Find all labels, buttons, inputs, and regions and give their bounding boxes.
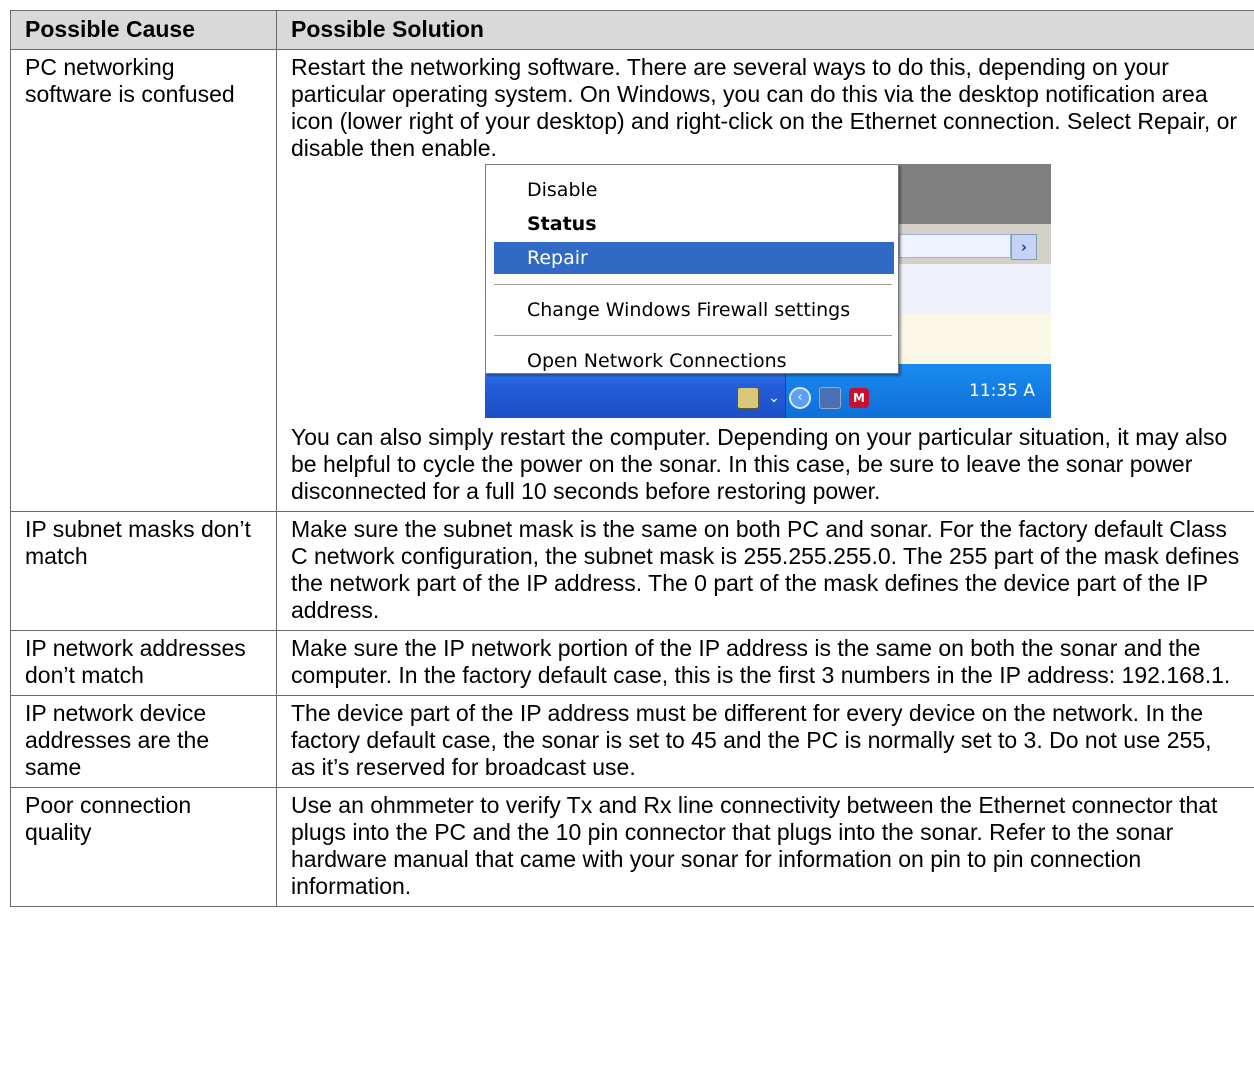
menu-separator (494, 335, 892, 336)
taskbar-clock: 11:35 A (969, 381, 1036, 401)
table-row: IP network addresses don’t match Make su… (10, 630, 1254, 696)
solution-cell: Make sure the IP network portion of the … (276, 630, 1254, 696)
table-row: Poor connection quality Use an ohmmeter … (10, 787, 1254, 907)
header-possible-cause: Possible Cause (10, 10, 277, 50)
solution-cell: Use an ohmmeter to verify Tx and Rx line… (276, 787, 1254, 907)
back-arrow-icon: ‹ (789, 387, 811, 409)
scroll-right-icon: › (1011, 234, 1037, 260)
solution-cell: Restart the networking software. There a… (276, 49, 1254, 512)
tray-icons: ⌄ ‹ M (737, 386, 869, 410)
header-possible-solution: Possible Solution (276, 10, 1254, 50)
table-row: IP network device addresses are the same… (10, 695, 1254, 788)
solution-cell: The device part of the IP address must b… (276, 695, 1254, 788)
solution-cell: Make sure the subnet mask is the same on… (276, 511, 1254, 631)
solution-text: Restart the networking software. There a… (291, 54, 1238, 161)
menu-item-disable[interactable]: Disable (494, 174, 894, 206)
solution-text: You can also simply restart the computer… (291, 424, 1228, 504)
cause-cell: IP network device addresses are the same (10, 695, 277, 788)
table-row: PC networking software is confused Resta… (10, 49, 1254, 512)
cause-cell: PC networking software is confused (10, 49, 277, 512)
scroll-field (899, 234, 1011, 258)
window-pane-yellow (895, 314, 1051, 364)
menu-item-open-network-connections[interactable]: Open Network Connections (494, 345, 894, 377)
menu-item-firewall-settings[interactable]: Change Windows Firewall settings (494, 294, 894, 326)
menu-item-status[interactable]: Status (494, 208, 894, 240)
notes-icon (737, 387, 759, 409)
mcafee-icon: M (849, 388, 869, 408)
network-connection-icon (819, 387, 841, 409)
table-header-row: Possible Cause Possible Solution (10, 10, 1254, 50)
window-pane (895, 264, 1051, 314)
context-menu-screenshot: › ⌄ ‹ M 11:35 A Disable Status Repair Ch… (485, 164, 1051, 418)
menu-separator (494, 284, 892, 285)
menu-item-repair[interactable]: Repair (494, 242, 894, 274)
cause-cell: Poor connection quality (10, 787, 277, 907)
cause-cell: IP subnet masks don’t match (10, 511, 277, 631)
cause-cell: IP network addresses don’t match (10, 630, 277, 696)
chevron-down-icon: ⌄ (768, 390, 780, 406)
table-row: IP subnet masks don’t match Make sure th… (10, 511, 1254, 631)
context-menu: Disable Status Repair Change Windows Fir… (485, 164, 899, 374)
window-background (895, 164, 1051, 224)
troubleshooting-table: Possible Cause Possible Solution PC netw… (10, 10, 1254, 907)
